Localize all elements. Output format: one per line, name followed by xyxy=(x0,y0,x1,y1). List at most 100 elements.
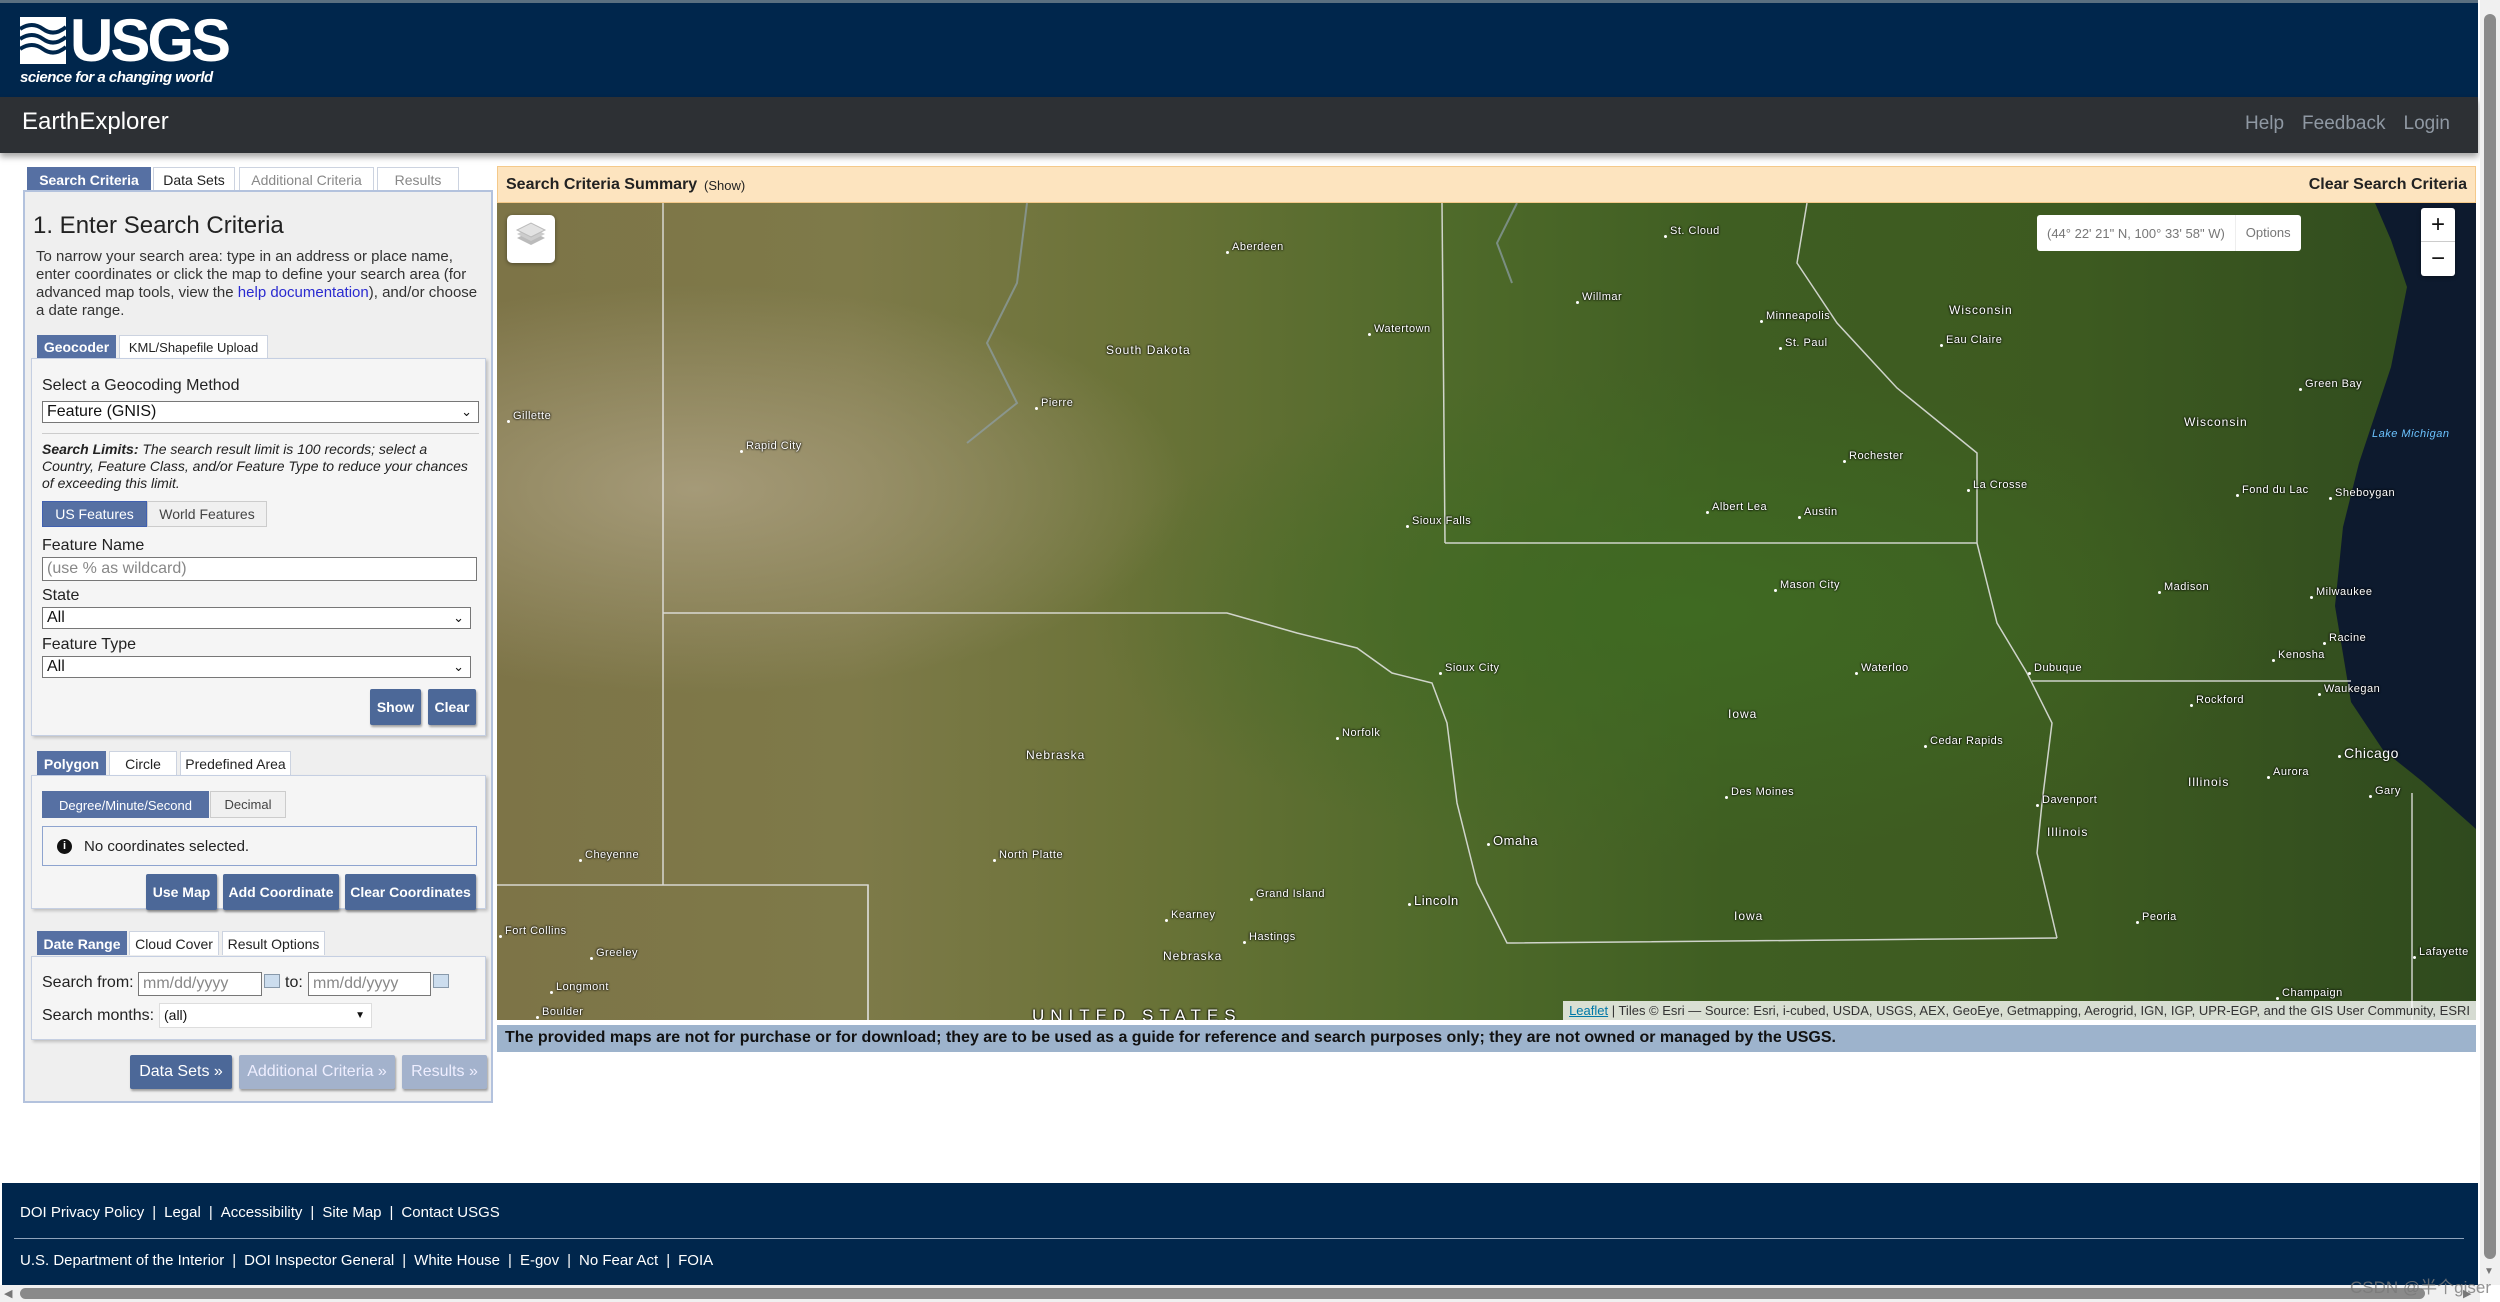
zoom-in-button[interactable]: + xyxy=(2421,208,2455,242)
footer-link[interactable]: FOIA xyxy=(678,1252,713,1269)
map-attribution: Leaflet | Tiles © Esri — Source: Esri, i… xyxy=(1563,1001,2476,1020)
tab-predefined-area[interactable]: Predefined Area xyxy=(180,751,291,775)
feature-type-select[interactable]: All ⌄ xyxy=(42,656,471,678)
no-coords-text: No coordinates selected. xyxy=(84,837,250,855)
data-sets-next-button[interactable]: Data Sets » xyxy=(130,1055,232,1089)
footer-link[interactable]: Accessibility xyxy=(221,1204,303,1221)
search-limits: Search Limits: The search result limit i… xyxy=(42,441,482,492)
map-label: Champaign xyxy=(2276,987,2343,1000)
usgs-header: USGS science for a changing world xyxy=(0,3,2478,97)
usgs-logo[interactable]: USGS science for a changing world xyxy=(20,11,231,87)
use-map-button[interactable]: Use Map xyxy=(146,874,217,910)
watermark: CSDN @半个giser xyxy=(2350,1278,2491,1297)
login-link[interactable]: Login xyxy=(2404,113,2451,135)
info-icon: i xyxy=(57,838,72,854)
footer-link[interactable]: White House xyxy=(414,1252,500,1269)
calendar-icon[interactable] xyxy=(264,974,280,988)
feature-type-value: All xyxy=(47,658,65,675)
app-bar: EarthExplorer Help Feedback Login xyxy=(0,97,2478,153)
clear-search-criteria-link[interactable]: Clear Search Criteria xyxy=(2309,176,2467,194)
tab-polygon[interactable]: Polygon xyxy=(37,751,106,775)
method-select[interactable]: Feature (GNIS) ⌄ xyxy=(42,401,479,423)
map-label: Omaha xyxy=(1486,833,1539,848)
tab-circle[interactable]: Circle xyxy=(109,751,177,775)
search-from-label: Search from: xyxy=(42,974,134,991)
horizontal-scrollbar[interactable]: ◀ ▶ xyxy=(0,1285,2480,1302)
map-label: Davenport xyxy=(2035,794,2098,807)
tab-world-features[interactable]: World Features xyxy=(147,501,267,527)
leaflet-link[interactable]: Leaflet xyxy=(1569,1003,1608,1018)
footer-link[interactable]: Legal xyxy=(164,1204,201,1221)
help-link[interactable]: Help xyxy=(2245,113,2284,135)
map-label: Willmar xyxy=(1575,291,1623,304)
map-label: Waterloo xyxy=(1855,662,1909,675)
additional-criteria-next-button[interactable]: Additional Criteria » xyxy=(239,1055,395,1089)
horizontal-scroll-thumb[interactable] xyxy=(20,1288,2425,1299)
results-next-button[interactable]: Results » xyxy=(402,1055,487,1089)
clear-coordinates-button[interactable]: Clear Coordinates xyxy=(345,874,476,910)
vertical-scrollbar[interactable]: ▼ xyxy=(2480,0,2500,1285)
map-label: Fort Collins xyxy=(499,925,567,938)
tab-cloud-cover[interactable]: Cloud Cover xyxy=(129,931,219,955)
state-label: State xyxy=(42,587,80,604)
summary-show-link[interactable]: (Show) xyxy=(704,178,745,193)
map-label: Gillette xyxy=(506,410,552,423)
app-title[interactable]: EarthExplorer xyxy=(22,108,169,136)
map-label: Grand Island xyxy=(1250,888,1325,901)
clear-button[interactable]: Clear xyxy=(428,689,476,725)
scroll-left-arrow-icon[interactable]: ◀ xyxy=(4,1287,12,1300)
show-button[interactable]: Show xyxy=(370,689,421,725)
tab-data-sets[interactable]: Data Sets xyxy=(153,167,235,191)
tab-dms[interactable]: Degree/Minute/Second xyxy=(42,791,209,818)
feedback-link[interactable]: Feedback xyxy=(2302,113,2385,135)
footer-link[interactable]: DOI Privacy Policy xyxy=(20,1204,144,1221)
footer-link[interactable]: U.S. Department of the Interior xyxy=(20,1252,224,1269)
coord-options-button[interactable]: Options xyxy=(2234,215,2301,251)
months-select[interactable]: (all) ▼ xyxy=(159,1003,372,1028)
zoom-out-button[interactable]: − xyxy=(2421,242,2455,276)
vertical-scroll-thumb[interactable] xyxy=(2484,14,2496,1259)
map-label: Milwaukee xyxy=(2309,586,2373,599)
layers-button[interactable] xyxy=(507,215,555,263)
footer-link[interactable]: Site Map xyxy=(322,1204,381,1221)
footer-link[interactable]: DOI Inspector General xyxy=(244,1252,394,1269)
map-label: Aurora xyxy=(2266,766,2310,779)
date-to-input[interactable]: mm/dd/yyyy xyxy=(308,972,431,996)
date-from-input[interactable]: mm/dd/yyyy xyxy=(138,972,262,996)
tab-kml-upload[interactable]: KML/Shapefile Upload xyxy=(119,335,268,358)
polygon-box: Degree/Minute/Second Decimal i No coordi… xyxy=(31,775,486,910)
tab-results[interactable]: Results xyxy=(377,167,459,191)
footer-row-1: DOI Privacy Policy | Legal | Accessibility… xyxy=(20,1204,500,1221)
tab-geocoder[interactable]: Geocoder xyxy=(37,335,116,358)
tab-search-criteria[interactable]: Search Criteria xyxy=(27,167,151,191)
map-tiles xyxy=(497,203,2476,1020)
method-value: Feature (GNIS) xyxy=(47,403,157,420)
coordinate-readout: (44° 22' 21" N, 100° 33' 58" W) Options xyxy=(2037,215,2301,251)
tab-us-features[interactable]: US Features xyxy=(42,501,147,527)
map-label: Hastings xyxy=(1243,931,1296,944)
tab-additional-criteria[interactable]: Additional Criteria xyxy=(239,167,374,191)
map-canvas[interactable]: St. Cloud Aberdeen Willmar Watertown Sou… xyxy=(497,203,2476,1020)
tab-date-range[interactable]: Date Range xyxy=(37,931,127,955)
logo-tagline: science for a changing world xyxy=(20,69,213,86)
calendar-icon[interactable] xyxy=(433,974,449,988)
map-label: Lafayette xyxy=(2413,946,2469,959)
map-label: Wisconsin xyxy=(1949,303,2013,317)
map-label: Dubuque xyxy=(2027,662,2083,675)
map-label: Austin xyxy=(1798,506,1838,519)
footer-link[interactable]: Contact USGS xyxy=(401,1204,499,1221)
tab-result-options[interactable]: Result Options xyxy=(222,931,325,955)
separator: | xyxy=(152,1204,157,1221)
help-documentation-link[interactable]: help documentation xyxy=(238,284,369,301)
state-select[interactable]: All ⌄ xyxy=(42,607,471,629)
date-range-box: Search from: mm/dd/yyyy to: mm/dd/yyyy S… xyxy=(31,956,486,1040)
separator: | xyxy=(389,1204,394,1221)
footer-link[interactable]: No Fear Act xyxy=(579,1252,658,1269)
footer-link[interactable]: E-gov xyxy=(520,1252,559,1269)
map-label: Nebraska xyxy=(1026,748,1086,762)
feature-name-input[interactable]: (use % as wildcard) xyxy=(42,557,477,581)
add-coordinate-button[interactable]: Add Coordinate xyxy=(223,874,339,910)
tab-decimal[interactable]: Decimal xyxy=(210,791,286,818)
search-criteria-summary-bar: Search Criteria Summary (Show) Clear Sea… xyxy=(497,166,2476,203)
map-label: St. Cloud xyxy=(1664,225,1720,238)
